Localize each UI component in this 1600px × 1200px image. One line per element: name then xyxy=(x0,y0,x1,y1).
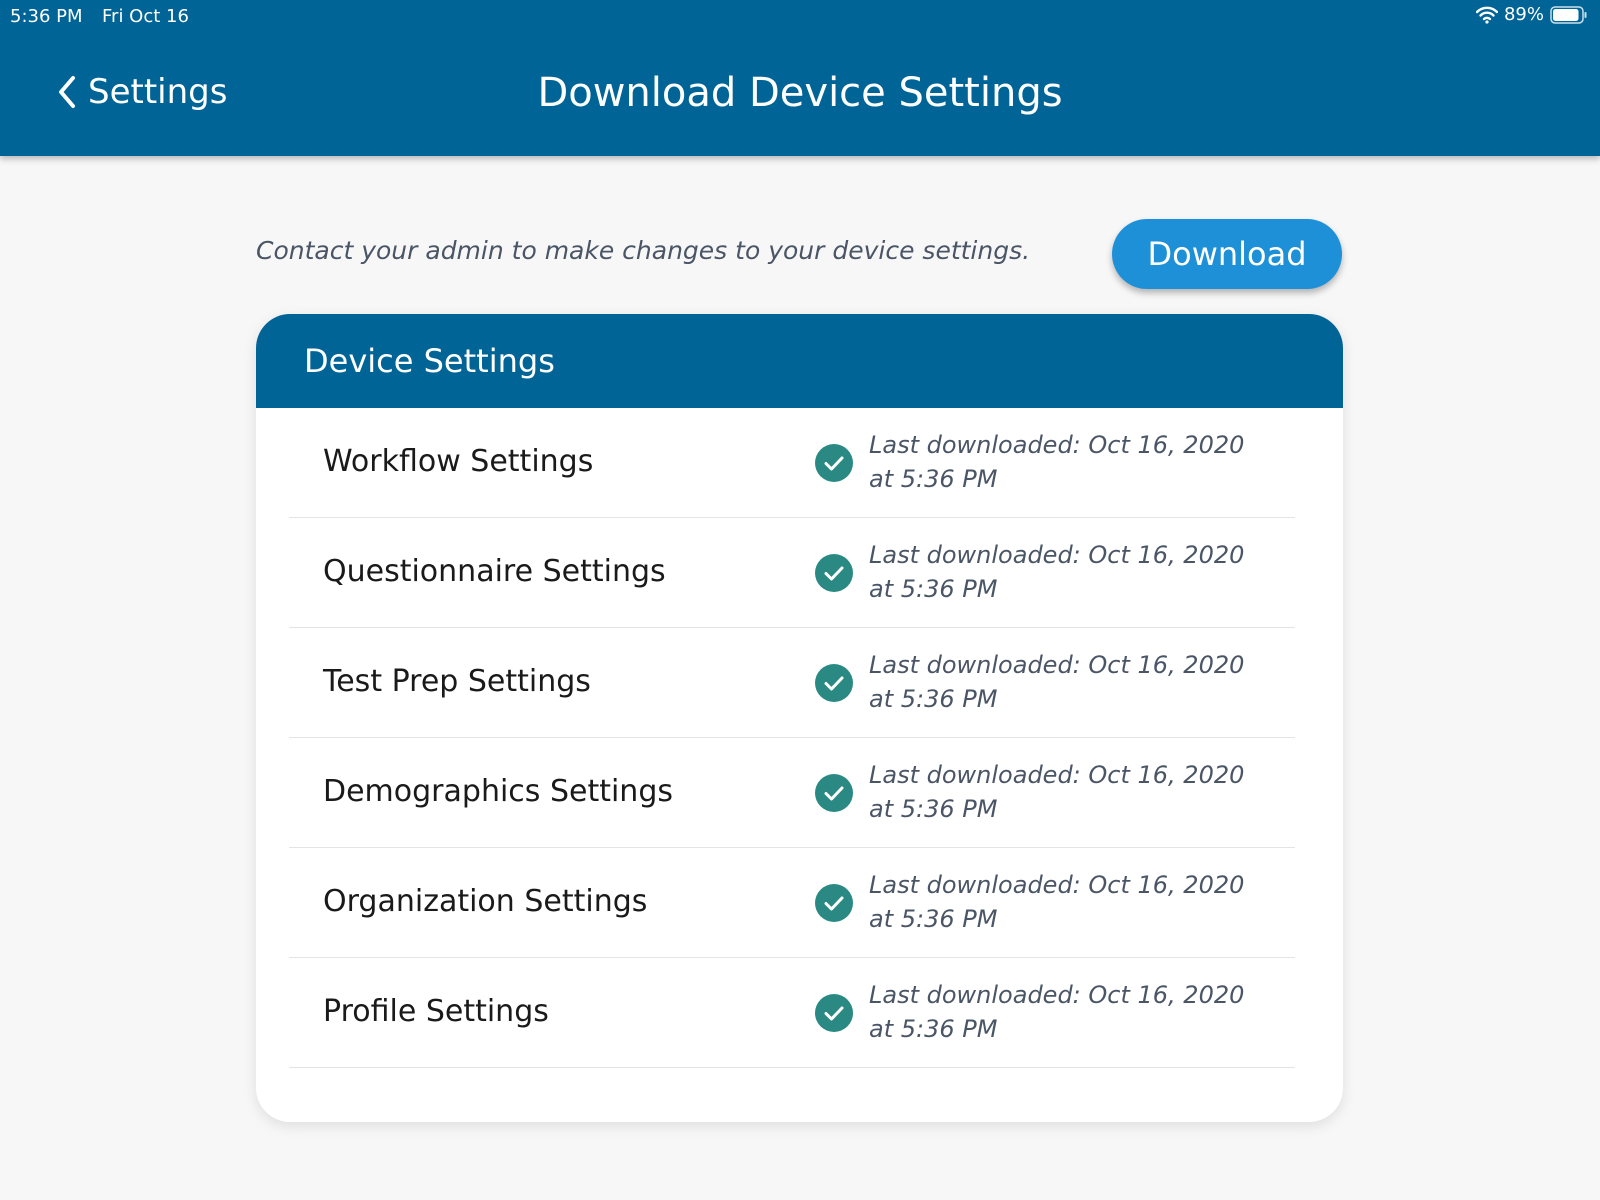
row-status: Last downloaded: Oct 16, 2020 at 5:36 PM xyxy=(869,981,1245,1043)
row-label: Organization Settings xyxy=(323,884,648,919)
row-status: Last downloaded: Oct 16, 2020 at 5:36 PM xyxy=(869,541,1245,603)
wifi-icon xyxy=(1475,6,1498,24)
card-title: Device Settings xyxy=(304,342,555,380)
device-settings-card: Device Settings Workflow Settings Last d… xyxy=(256,314,1343,1122)
card-header: Device Settings xyxy=(256,314,1343,408)
settings-row-questionnaire: Questionnaire Settings Last downloaded: … xyxy=(289,518,1295,628)
battery-percent: 89% xyxy=(1503,4,1544,25)
settings-row-organization: Organization Settings Last downloaded: O… xyxy=(289,848,1295,958)
check-circle-icon xyxy=(815,444,853,482)
battery-icon xyxy=(1550,5,1587,24)
status-date: Fri Oct 16 xyxy=(102,6,189,27)
row-status: Last downloaded: Oct 16, 2020 at 5:36 PM xyxy=(869,431,1245,493)
row-status: Last downloaded: Oct 16, 2020 at 5:36 PM xyxy=(869,871,1245,933)
settings-row-demographics: Demographics Settings Last downloaded: O… xyxy=(289,738,1295,848)
settings-row-workflow: Workflow Settings Last downloaded: Oct 1… xyxy=(289,408,1295,518)
page-title: Download Device Settings xyxy=(537,70,1063,116)
admin-notice: Contact your admin to make changes to yo… xyxy=(256,236,1031,265)
status-time: 5:36 PM xyxy=(10,6,83,27)
top-navigation-bar: 5:36 PM Fri Oct 16 89% Settings Download… xyxy=(0,0,1600,156)
row-label: Profile Settings xyxy=(323,994,549,1029)
check-circle-icon xyxy=(815,554,853,592)
row-status: Last downloaded: Oct 16, 2020 at 5:36 PM xyxy=(869,761,1245,823)
settings-row-test-prep: Test Prep Settings Last downloaded: Oct … xyxy=(289,628,1295,738)
row-status: Last downloaded: Oct 16, 2020 at 5:36 PM xyxy=(869,651,1245,713)
row-label: Questionnaire Settings xyxy=(323,554,666,589)
settings-row-profile: Profile Settings Last downloaded: Oct 16… xyxy=(289,958,1295,1068)
check-circle-icon xyxy=(815,994,853,1032)
check-circle-icon xyxy=(815,664,853,702)
check-circle-icon xyxy=(815,774,853,812)
row-label: Test Prep Settings xyxy=(323,664,591,699)
download-button[interactable]: Download xyxy=(1112,219,1342,289)
status-indicators: 89% xyxy=(1475,4,1588,25)
row-label: Workflow Settings xyxy=(323,444,594,479)
check-circle-icon xyxy=(815,884,853,922)
row-label: Demographics Settings xyxy=(323,774,673,809)
